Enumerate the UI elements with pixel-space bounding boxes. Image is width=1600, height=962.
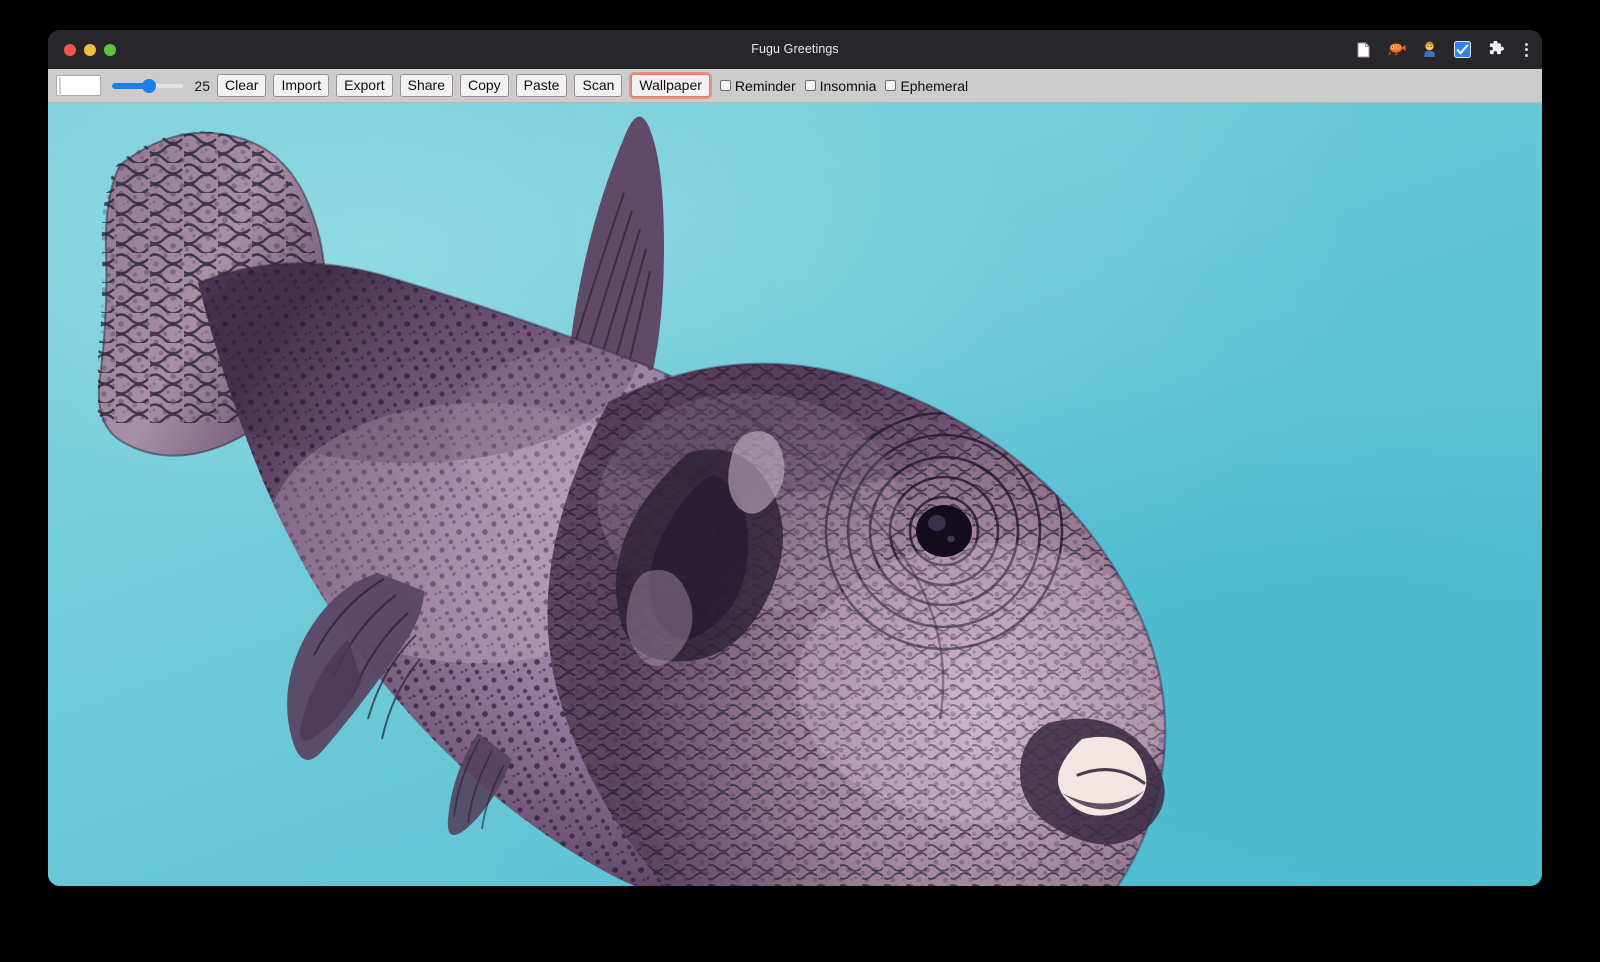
extensions-icon[interactable] [1485,40,1505,60]
export-button[interactable]: Export [336,74,392,97]
wallpaper-button[interactable]: Wallpaper [631,74,710,97]
ephemeral-checkbox[interactable]: Ephemeral [885,78,968,94]
color-picker-input[interactable] [56,75,101,96]
fugu-fish-icon[interactable] [1386,40,1406,60]
page-install-icon[interactable] [1353,40,1373,60]
menu-dot [1525,43,1528,46]
pufferfish-photo [48,103,1542,886]
reminder-checkbox-label: Reminder [735,78,796,94]
app-toolbar: 25 Clear Import Export Share Copy Paste … [48,69,1542,103]
window-titlebar: Fugu Greetings [48,30,1542,69]
desktop-background: Fugu Greetings [0,0,1600,962]
color-swatch-fill [59,77,61,96]
line-width-slider[interactable] [112,77,184,95]
close-window-button[interactable] [64,44,76,56]
ephemeral-checkbox-label: Ephemeral [900,78,968,94]
fish-eye [916,505,972,557]
line-width-value: 25 [192,78,210,94]
paste-button[interactable]: Paste [516,74,568,97]
window-title: Fugu Greetings [48,30,1542,69]
import-button[interactable]: Import [273,74,329,97]
slider-fill [112,83,145,89]
titlebar-icon-group [1353,30,1534,69]
copy-button[interactable]: Copy [460,74,509,97]
checkbox-box[interactable] [805,80,816,91]
traffic-light-group [64,44,116,56]
menu-dot [1525,48,1528,51]
slider-thumb[interactable] [142,79,156,93]
toggle-group: Reminder Insomnia Ephemeral [720,78,977,94]
reminder-checkbox[interactable]: Reminder [720,78,796,94]
profile-avatar-icon[interactable] [1419,40,1439,60]
checkbox-box[interactable] [720,80,731,91]
menu-dot [1525,54,1528,57]
checkbox-box[interactable] [885,80,896,91]
share-button[interactable]: Share [400,74,453,97]
sync-enabled-icon[interactable] [1452,40,1472,60]
clear-button[interactable]: Clear [217,74,266,97]
scan-button[interactable]: Scan [574,74,622,97]
drawing-canvas[interactable] [48,103,1542,886]
maximize-window-button[interactable] [104,44,116,56]
app-window: Fugu Greetings [48,30,1542,886]
minimize-window-button[interactable] [84,44,96,56]
browser-menu-button[interactable] [1518,40,1534,60]
insomnia-checkbox[interactable]: Insomnia [805,78,877,94]
insomnia-checkbox-label: Insomnia [820,78,877,94]
